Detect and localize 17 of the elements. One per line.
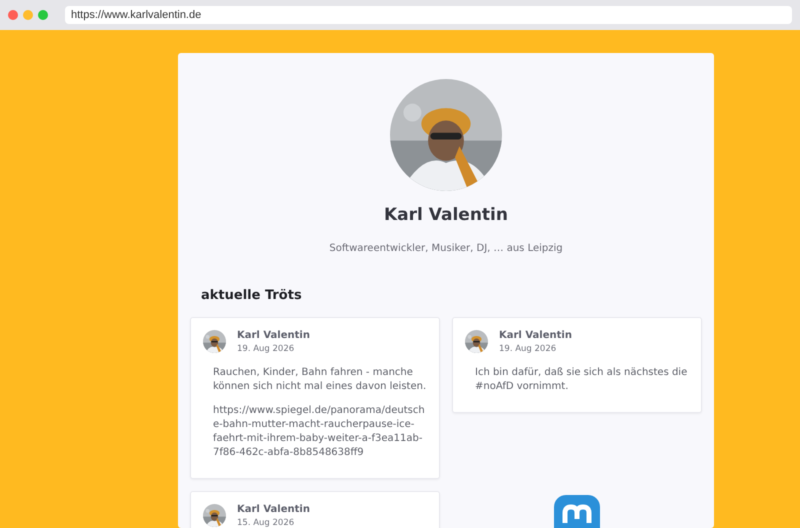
close-dot[interactable] (8, 10, 18, 20)
minimize-dot[interactable] (23, 10, 33, 20)
author-name: Karl Valentin (237, 504, 310, 516)
post-text: Ich bin dafür, daß sie sich als nächstes die #noAfD vornimmt. (475, 366, 688, 394)
post-text: https://www.spiegel.de/panorama/deutsche-bahn-mutter-macht-raucherpause-ice-faehrt-mit-ihrem-baby-weiter-a-f3ea11ab-7f86-462c-abfa-8b8548638ff9 (213, 404, 426, 460)
post-date: 19. Aug 2026 (499, 343, 558, 355)
mastodon-logo-icon[interactable] (554, 495, 600, 528)
address-bar[interactable]: https://www.karlvalentin.de (65, 6, 792, 24)
maximize-dot[interactable] (38, 10, 48, 20)
author-name: Karl Valentin (499, 330, 572, 342)
post-date: 19. Aug 2026 (237, 343, 296, 355)
section-heading: aktuelle Tröts (201, 286, 303, 304)
post-text: Rauchen, Kinder, Bahn fahren - manche können sich nicht mal eines davon leisten. (213, 366, 427, 394)
author-name: Karl Valentin (237, 330, 310, 342)
post-date: 15. Aug 2026 (237, 517, 296, 528)
profile-bio: Softwareentwickler, Musiker, DJ, … aus Leipzig (328, 242, 564, 256)
profile-name: Karl Valentin (383, 204, 509, 227)
